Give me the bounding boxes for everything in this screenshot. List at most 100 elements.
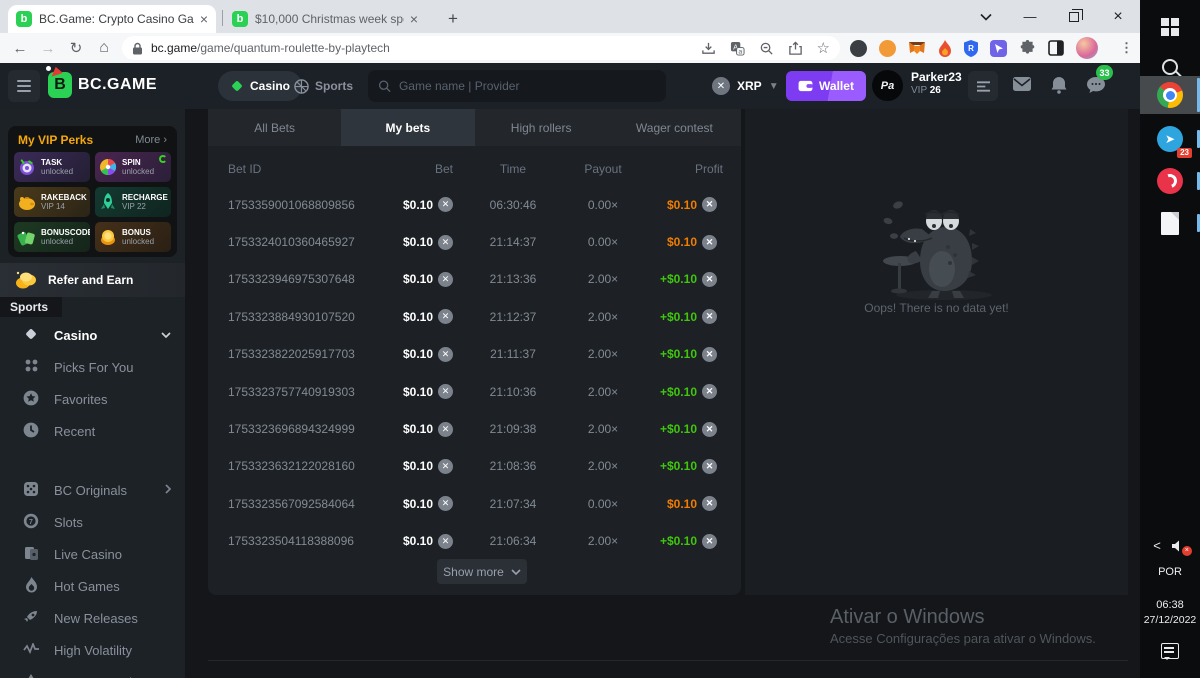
sidebar-item-recent[interactable]: Recent bbox=[0, 415, 185, 447]
sidebar-toggle-icon[interactable] bbox=[1048, 40, 1064, 56]
vip-perk-bonus[interactable]: BONUSunlocked bbox=[95, 222, 171, 252]
restore-button[interactable] bbox=[1052, 0, 1096, 33]
metamask-icon[interactable] bbox=[908, 40, 926, 57]
perk-status: unlocked bbox=[41, 237, 90, 246]
currency-selector[interactable]: ✕ XRP ▼ bbox=[704, 71, 787, 101]
sidebar-item-hot-games[interactable]: Hot Games bbox=[0, 570, 185, 602]
volatility-icon bbox=[22, 643, 40, 658]
reload-button[interactable]: ↻ bbox=[62, 39, 90, 57]
taskbar-notepad-button[interactable] bbox=[1140, 204, 1200, 242]
xrp-coin-icon: ✕ bbox=[438, 384, 453, 399]
sidebar-item-slots[interactable]: 7Slots bbox=[0, 506, 185, 538]
extensions-puzzle-icon[interactable] bbox=[1019, 40, 1036, 57]
bets-tab-wager-contest[interactable]: Wager contest bbox=[608, 109, 741, 146]
bet-profit: +$0.10✕ bbox=[633, 534, 741, 549]
wallet-button[interactable]: Wallet bbox=[786, 71, 866, 101]
close-button[interactable]: × bbox=[1096, 0, 1140, 33]
search-icon bbox=[378, 79, 391, 93]
action-center-button[interactable] bbox=[1140, 643, 1200, 659]
taskbar-tray: < × bbox=[1140, 538, 1200, 553]
sidebar-item-feature-buy-in[interactable]: Feature Buy-in bbox=[0, 666, 185, 678]
browser-tab-active[interactable]: b BC.Game: Crypto Casino Games × bbox=[8, 5, 216, 33]
show-more-button[interactable]: Show more bbox=[437, 559, 527, 584]
bet-profit: +$0.10✕ bbox=[633, 309, 741, 324]
bets-tab-all-bets[interactable]: All Bets bbox=[208, 109, 341, 146]
bet-payout: 2.00× bbox=[573, 385, 633, 399]
ext-dark-icon[interactable] bbox=[850, 40, 867, 57]
install-icon[interactable] bbox=[701, 41, 716, 56]
vip-perk-recharge[interactable]: RECHARGEVIP 22 bbox=[95, 187, 171, 217]
bet-payout: 0.00× bbox=[573, 198, 633, 212]
xrp-coin-icon: ✕ bbox=[702, 309, 717, 324]
tab-search-chevron-icon[interactable] bbox=[964, 0, 1008, 33]
tray-expand-chevron-icon[interactable]: < bbox=[1153, 538, 1161, 553]
xrp-coin-icon: ✕ bbox=[438, 459, 453, 474]
ext-person-check-icon[interactable] bbox=[879, 40, 896, 57]
header-tab-casino[interactable]: Casino bbox=[218, 71, 302, 101]
taskbar-clock-time[interactable]: 06:38 bbox=[1140, 598, 1200, 613]
sidebar-item-label: Slots bbox=[54, 515, 171, 530]
share-icon[interactable] bbox=[788, 41, 803, 56]
sidebar-item-picks-for-you[interactable]: Picks For You bbox=[0, 351, 185, 383]
taskbar-language[interactable]: POR bbox=[1140, 565, 1200, 580]
bet-time: 21:09:38 bbox=[453, 422, 573, 436]
vip-level: VIP 26 bbox=[911, 84, 962, 98]
game-search[interactable] bbox=[368, 70, 666, 102]
vip-more-link[interactable]: More › bbox=[135, 134, 167, 146]
taskbar-red-app-button[interactable] bbox=[1140, 162, 1200, 200]
forward-button[interactable]: → bbox=[34, 40, 62, 57]
browser-tab-inactive[interactable]: b $10,000 Christmas week special × bbox=[224, 5, 426, 33]
sidebar-menu: CasinoPicks For YouFavoritesRecent BC Ori… bbox=[0, 319, 185, 678]
bcgame-logo[interactable]: B BC.GAME bbox=[48, 72, 157, 98]
zoom-icon[interactable] bbox=[759, 41, 774, 56]
back-button[interactable]: ← bbox=[6, 40, 34, 57]
xrp-coin-icon: ✕ bbox=[702, 422, 717, 437]
action-center-icon bbox=[1161, 643, 1179, 659]
notifications-bell-icon[interactable] bbox=[1050, 76, 1068, 99]
sidebar-item-live-casino[interactable]: Live Casino bbox=[0, 538, 185, 570]
bets-tab-my-bets[interactable]: My bets bbox=[341, 109, 474, 146]
inbox-icon[interactable] bbox=[1012, 76, 1032, 97]
vip-perk-task[interactable]: TASKunlocked bbox=[14, 152, 90, 182]
menu-dots-icon[interactable]: ⋮ bbox=[1120, 40, 1133, 56]
red-swirl-app-icon bbox=[1157, 168, 1183, 194]
start-button[interactable] bbox=[1140, 8, 1200, 46]
ext-shield-icon[interactable]: R bbox=[964, 40, 978, 57]
translate-icon[interactable]: Aa bbox=[730, 41, 745, 56]
svg-text:R: R bbox=[968, 44, 974, 53]
col-time: Time bbox=[453, 162, 573, 176]
bet-payout: 2.00× bbox=[573, 422, 633, 436]
ext-cursor-icon[interactable] bbox=[990, 40, 1007, 57]
bet-list-button[interactable] bbox=[968, 71, 998, 101]
vip-perk-spin[interactable]: SPINunlocked bbox=[95, 152, 171, 182]
home-button[interactable]: ⌂ bbox=[90, 39, 118, 57]
refer-and-earn[interactable]: Refer and Earn bbox=[0, 263, 185, 297]
user-info[interactable]: Parker23 VIP 26 bbox=[911, 70, 962, 98]
sidebar-item-high-volatility[interactable]: High Volatility bbox=[0, 634, 185, 666]
tab-close-icon[interactable]: × bbox=[410, 11, 418, 27]
profile-avatar[interactable] bbox=[1076, 37, 1098, 59]
bookmark-star-icon[interactable]: ☆ bbox=[817, 39, 830, 57]
sidebar-item-favorites[interactable]: Favorites bbox=[0, 383, 185, 415]
user-avatar[interactable]: Pa bbox=[872, 70, 903, 101]
bets-tab-high-rollers[interactable]: High rollers bbox=[475, 109, 608, 146]
taskbar-telegram-button[interactable]: ➤ 23 bbox=[1140, 120, 1200, 158]
perk-title: SPIN bbox=[122, 158, 154, 167]
header-tab-sports[interactable]: Sports bbox=[294, 71, 353, 101]
hamburger-menu-icon[interactable] bbox=[8, 70, 40, 102]
taskbar-chrome-button[interactable] bbox=[1140, 76, 1200, 114]
ext-flame-icon[interactable] bbox=[938, 40, 952, 57]
volume-muted-icon[interactable]: × bbox=[1171, 539, 1187, 553]
search-input[interactable] bbox=[399, 79, 656, 93]
address-bar[interactable]: bc.game/game/quantum-roulette-by-playtec… bbox=[122, 36, 840, 60]
sidebar-item-bc-originals[interactable]: BC Originals bbox=[0, 474, 185, 506]
bet-time: 21:11:37 bbox=[453, 347, 573, 361]
sidebar-item-new-releases[interactable]: New Releases bbox=[0, 602, 185, 634]
vip-perk-bonuscode[interactable]: BONUSCODEunlocked bbox=[14, 222, 90, 252]
taskbar-clock-date[interactable]: 27/12/2022 bbox=[1140, 613, 1200, 628]
tab-close-icon[interactable]: × bbox=[200, 11, 208, 27]
minimize-button[interactable]: — bbox=[1008, 0, 1052, 33]
new-tab-button[interactable]: + bbox=[440, 6, 466, 32]
sidebar-item-casino[interactable]: Casino bbox=[0, 319, 185, 351]
vip-perk-rakeback[interactable]: RAKEBACKVIP 14 bbox=[14, 187, 90, 217]
